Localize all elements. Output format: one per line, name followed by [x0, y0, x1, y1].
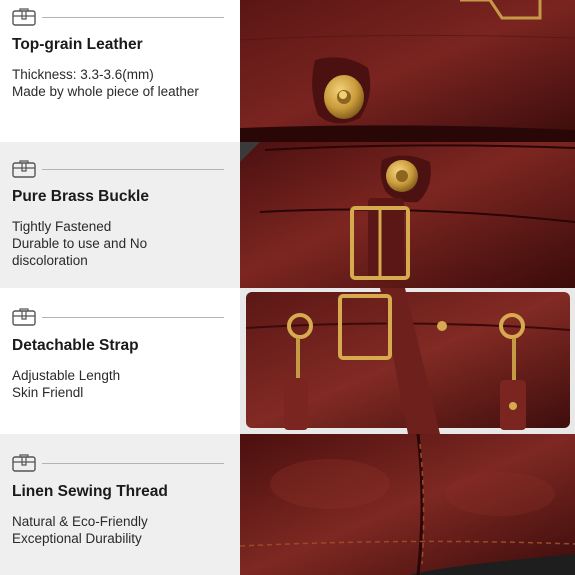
bag-icon — [12, 160, 36, 178]
product-feature-sheet: Top-grain Leather Thickness: 3.3-3.6(mm)… — [0, 0, 575, 575]
leather-flap-photo — [240, 0, 575, 142]
brass-buckle-photo — [240, 142, 575, 288]
feature-desc-line: Made by whole piece of leather — [12, 84, 199, 99]
feature-text-panel: Detachable Strap Adjustable Length Skin … — [0, 288, 240, 434]
divider-line — [42, 463, 224, 464]
feature-row-leather: Top-grain Leather Thickness: 3.3-3.6(mm)… — [0, 0, 575, 142]
feature-text-panel: Top-grain Leather Thickness: 3.3-3.6(mm)… — [0, 0, 240, 142]
feature-row-strap: Detachable Strap Adjustable Length Skin … — [0, 288, 575, 434]
feature-desc-line: Adjustable Length — [12, 368, 121, 383]
stitching-photo — [240, 434, 575, 575]
feature-title: Pure Brass Buckle — [12, 188, 149, 205]
feature-row-buckle: Pure Brass Buckle Tightly Fastened Durab… — [0, 142, 575, 288]
feature-icon-line — [12, 308, 224, 326]
feature-title: Detachable Strap — [12, 337, 139, 354]
feature-title: Linen Sewing Thread — [12, 483, 168, 500]
feature-title: Top-grain Leather — [12, 36, 143, 53]
feature-icon-line — [12, 160, 224, 178]
feature-desc-line: Skin Friendl — [12, 385, 84, 400]
feature-desc-line: Thickness: 3.3-3.6(mm) — [12, 67, 154, 82]
feature-text-panel: Pure Brass Buckle Tightly Fastened Durab… — [0, 142, 240, 288]
feature-icon-line — [12, 454, 224, 472]
feature-text-panel: Linen Sewing Thread Natural & Eco-Friend… — [0, 434, 240, 575]
bag-icon — [12, 308, 36, 326]
feature-desc-line: discoloration — [12, 253, 88, 268]
bag-icon — [12, 8, 36, 26]
feature-desc-line: Durable to use and No — [12, 236, 148, 251]
feature-row-thread: Linen Sewing Thread Natural & Eco-Friend… — [0, 434, 575, 575]
feature-desc-line: Natural & Eco-Friendly — [12, 514, 148, 529]
divider-line — [42, 169, 224, 170]
feature-desc-line: Exceptional Durability — [12, 531, 142, 546]
feature-desc-line: Tightly Fastened — [12, 219, 112, 234]
divider-line — [42, 317, 224, 318]
feature-icon-line — [12, 8, 224, 26]
strap-clip-photo — [240, 288, 575, 434]
divider-line — [42, 17, 224, 18]
bag-icon — [12, 454, 36, 472]
